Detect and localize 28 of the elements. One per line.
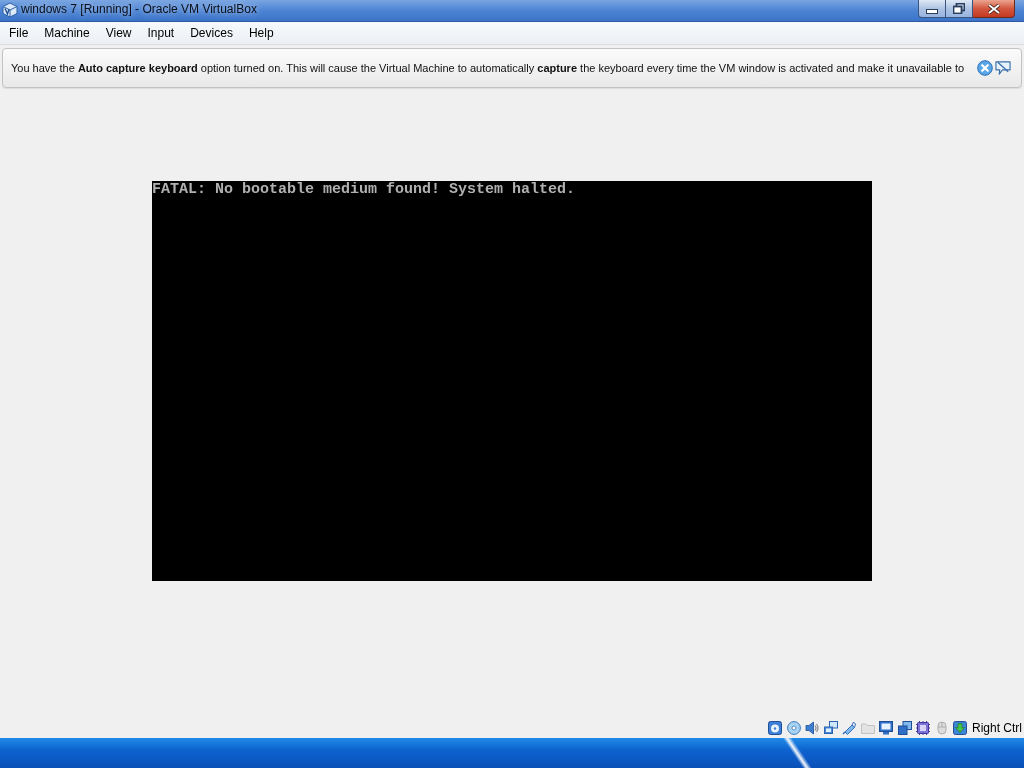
menu-item[interactable]: Devices <box>182 23 241 43</box>
restore-button[interactable] <box>946 0 973 18</box>
boot-error-text: FATAL: No bootable medium found! System halted. <box>152 181 577 198</box>
menu-item[interactable]: Machine <box>36 23 98 43</box>
close-icon <box>977 60 993 76</box>
stacked-squares-icon[interactable] <box>898 720 912 735</box>
menu-item[interactable]: View <box>97 23 140 43</box>
minimize-icon <box>926 9 938 14</box>
plug-icon[interactable] <box>842 720 857 735</box>
monitor-icon[interactable] <box>879 720 894 735</box>
speech-bubble-icon <box>995 60 1011 76</box>
dismiss-button[interactable] <box>995 60 1011 76</box>
restore-icon <box>953 3 965 14</box>
close-notice-button[interactable] <box>977 60 993 76</box>
disc-icon[interactable] <box>787 720 801 735</box>
speaker-icon[interactable] <box>805 720 820 735</box>
minimize-button[interactable] <box>918 0 946 18</box>
notice-message: You have the Auto capture keyboard option turned on. This will cause the Virtual Machine to automatically capture the keyboard every time the VM window is activated and make it unavailable to <box>11 62 965 74</box>
menu-item[interactable]: File <box>1 23 37 43</box>
close-button[interactable] <box>973 0 1015 18</box>
monitors-icon[interactable] <box>824 720 838 735</box>
menu-item[interactable]: Input <box>139 23 183 43</box>
host-key-label: Right Ctrl <box>972 720 1022 735</box>
close-icon <box>987 3 1000 14</box>
chip-icon[interactable] <box>916 720 931 735</box>
window-title: windows 7 [Running] - Oracle VM VirtualBox <box>21 1 257 18</box>
menu-item[interactable]: Help <box>240 23 282 43</box>
down-arrow-icon[interactable] <box>953 720 968 735</box>
